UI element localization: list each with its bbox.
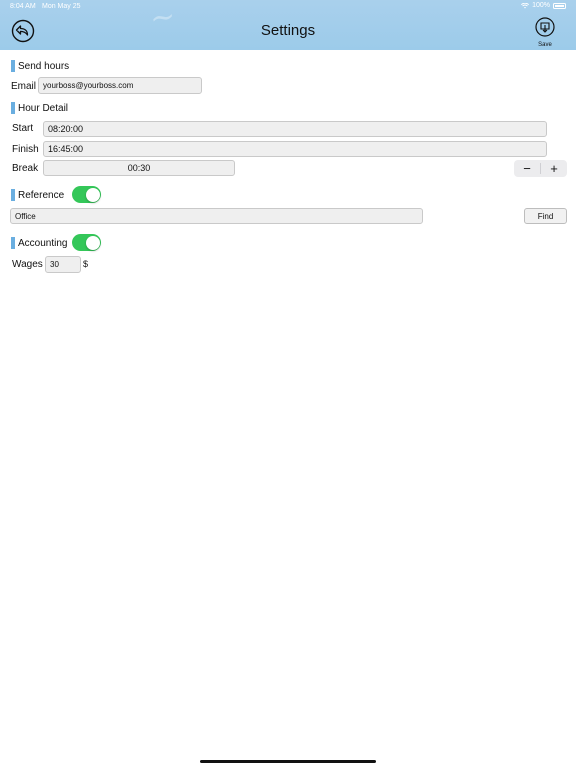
accounting-toggle[interactable]: [72, 234, 101, 251]
break-stepper: − +: [514, 160, 567, 177]
stepper-plus-button[interactable]: +: [541, 160, 567, 177]
wages-label: Wages: [12, 259, 43, 270]
break-time-field[interactable]: 00:30: [43, 160, 235, 176]
start-label: Start: [12, 123, 34, 134]
section-send-hours: Send hours: [11, 60, 69, 72]
email-label: Email: [11, 81, 37, 92]
page-title: Settings: [260, 22, 316, 39]
home-indicator[interactable]: [200, 760, 376, 763]
status-time: 8:04 AM: [10, 3, 36, 10]
section-marker: [11, 60, 15, 72]
battery-percentage: 100%: [532, 2, 550, 9]
break-label: Break: [12, 163, 39, 174]
finish-time-field[interactable]: 16:45:00: [43, 141, 547, 157]
wifi-icon: [521, 2, 530, 8]
section-title: Send hours: [18, 60, 70, 72]
section-hour-detail: Hour Detail: [11, 102, 68, 114]
find-button[interactable]: Find: [524, 208, 567, 224]
section-accounting: Accounting: [11, 237, 67, 249]
section-marker: [11, 102, 15, 114]
nav-header: ~ 8:04 AM Mon May 25 100% Settings Save: [0, 0, 576, 50]
stepper-minus-button[interactable]: −: [514, 160, 540, 177]
reference-field[interactable]: Office: [10, 208, 423, 224]
reference-toggle[interactable]: [72, 186, 101, 203]
section-marker: [11, 237, 15, 249]
save-button[interactable]: Save: [533, 17, 557, 48]
section-title: Accounting: [18, 237, 68, 249]
status-indicators: 100%: [521, 2, 566, 9]
battery-icon: [553, 2, 566, 9]
email-field[interactable]: yourboss@yourboss.com: [38, 77, 202, 94]
wages-field[interactable]: 30: [45, 256, 81, 273]
start-time-field[interactable]: 08:20:00: [43, 121, 547, 137]
status-date: Mon May 25: [42, 3, 81, 10]
finish-label: Finish: [12, 144, 39, 155]
section-marker: [11, 189, 15, 201]
save-tray-icon: [535, 17, 555, 37]
section-reference: Reference: [11, 189, 64, 201]
section-title: Hour Detail: [18, 102, 69, 114]
section-title: Reference: [18, 189, 65, 201]
save-label: Save: [538, 42, 552, 48]
currency-symbol: $: [83, 259, 89, 269]
